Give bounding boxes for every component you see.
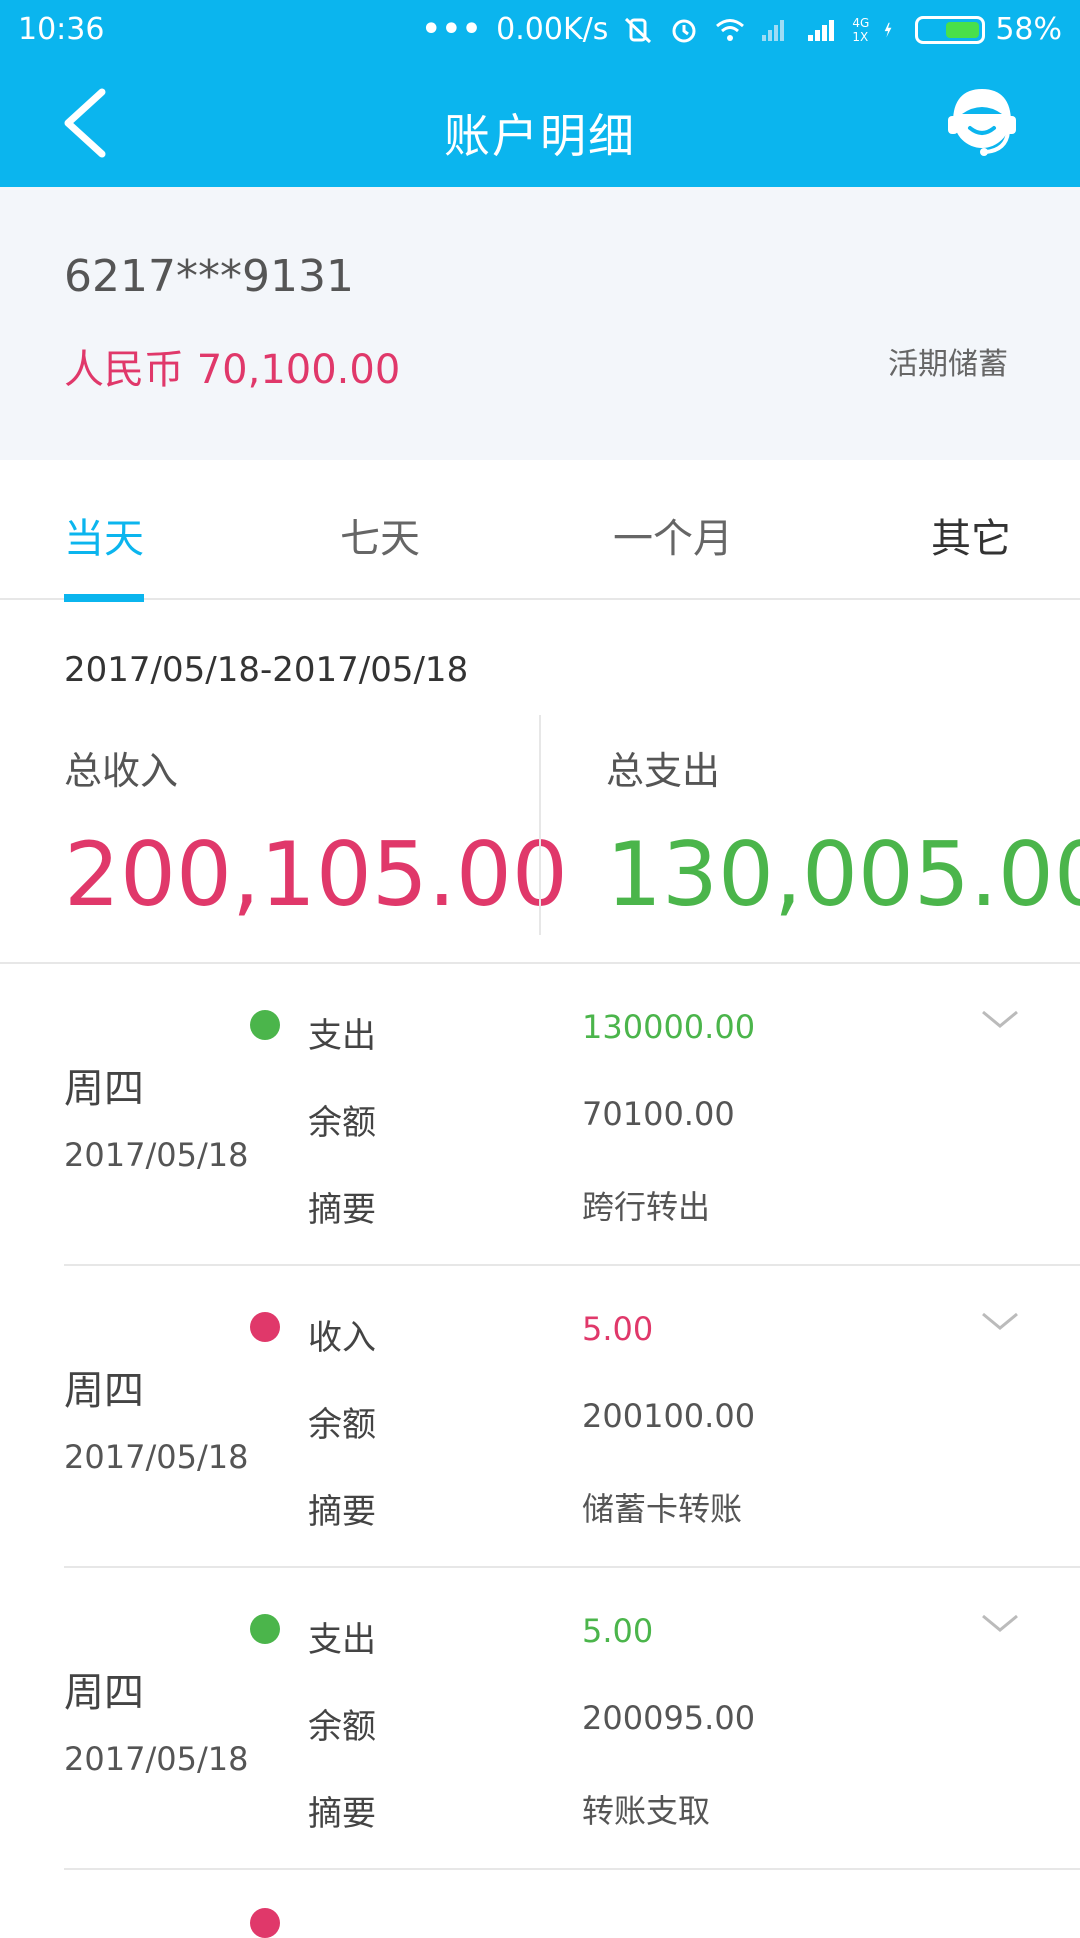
txn-balance: 70100.00 <box>582 1095 735 1133</box>
top-bar: 10:36 ••• 0.00K/s 4G 1X 58% 账户明细 <box>0 0 1080 187</box>
txn-type-label: 收入 <box>308 1318 376 1358</box>
txn-weekday: 周四 <box>64 1066 144 1112</box>
battery-icon <box>915 15 986 44</box>
signal-icon <box>808 19 835 41</box>
date-range: 2017/05/18-2017/05/18 <box>64 650 469 690</box>
transaction-item[interactable]: 周四 2017/05/18 支出 130000.00 余额 70100.00 摘… <box>0 964 1080 1266</box>
page-title: 账户明细 <box>444 109 636 163</box>
tab-label: 当天 <box>64 516 144 562</box>
wifi-icon <box>716 18 745 41</box>
net-speed: 0.00K/s <box>496 12 609 47</box>
txn-memo: 跨行转出 <box>582 1188 711 1226</box>
account-balance: 人民币 70,100.00 <box>64 347 401 393</box>
txn-amount: 5.00 <box>582 1612 654 1650</box>
signal-off-icon <box>762 19 785 41</box>
tab-one-month[interactable]: 一个月 <box>613 506 733 564</box>
txn-type-dot-partial <box>250 1908 280 1938</box>
customer-service-icon[interactable] <box>942 82 1022 162</box>
account-type: 活期储蓄 <box>888 347 1008 382</box>
status-icons: ••• 0.00K/s 4G 1X 58% <box>422 12 1062 47</box>
row-divider <box>64 1868 1080 1870</box>
period-tabs: 当天 七天 一个月 其它 <box>0 460 1080 602</box>
income-summary: 总收入 200,105.00 <box>64 740 568 926</box>
transaction-item[interactable]: 周四 2017/05/18 收入 5.00 余额 200100.00 摘要 储蓄… <box>0 1266 1080 1568</box>
txn-weekday: 周四 <box>64 1368 144 1414</box>
txn-balance: 200100.00 <box>582 1397 756 1435</box>
tab-other[interactable]: 其它 <box>931 506 1011 564</box>
txn-memo-label: 摘要 <box>308 1492 376 1532</box>
txn-type-dot <box>250 1010 280 1040</box>
tab-today[interactable]: 当天 <box>64 506 144 602</box>
txn-date: 2017/05/18 <box>64 1136 249 1174</box>
network-4g: 4G <box>852 15 870 30</box>
tab-label: 一个月 <box>613 516 733 562</box>
expense-summary: 总支出 130,005.00 <box>606 740 1080 926</box>
txn-type-dot <box>250 1614 280 1644</box>
chevron-down-icon[interactable] <box>980 1004 1020 1034</box>
battery-percent: 58% <box>995 12 1062 47</box>
tab-label: 其它 <box>931 516 1011 562</box>
txn-amount: 130000.00 <box>582 1008 756 1046</box>
more-dots-icon: ••• <box>421 12 483 47</box>
txn-type-label: 支出 <box>308 1620 376 1660</box>
txn-memo: 储蓄卡转账 <box>582 1490 743 1528</box>
txn-amount: 5.00 <box>582 1310 654 1348</box>
txn-balance: 200095.00 <box>582 1699 756 1737</box>
txn-memo-label: 摘要 <box>308 1190 376 1230</box>
txn-balance-label: 余额 <box>308 1405 376 1445</box>
charging-icon <box>885 22 892 37</box>
income-label: 总收入 <box>64 749 179 793</box>
account-card: 6217***9131 人民币 70,100.00 活期储蓄 <box>0 187 1080 460</box>
chevron-down-icon[interactable] <box>980 1306 1020 1336</box>
status-bar: 10:36 ••• 0.00K/s 4G 1X 58% <box>0 0 1080 60</box>
txn-type-label: 支出 <box>308 1016 376 1056</box>
txn-memo-label: 摘要 <box>308 1794 376 1834</box>
status-time: 10:36 <box>18 12 105 47</box>
txn-balance-label: 余额 <box>308 1707 376 1747</box>
txn-weekday: 周四 <box>64 1670 144 1716</box>
network-1x: 1X <box>852 29 869 44</box>
active-tab-indicator <box>64 594 144 602</box>
app-header: 账户明细 <box>0 60 1080 187</box>
txn-date: 2017/05/18 <box>64 1740 249 1778</box>
tab-label: 七天 <box>340 516 420 562</box>
txn-type-dot <box>250 1312 280 1342</box>
account-number: 6217***9131 <box>64 251 354 302</box>
summary-divider <box>539 715 541 935</box>
txn-memo: 转账支取 <box>582 1792 711 1830</box>
income-value: 200,105.00 <box>64 823 568 926</box>
network-type: 4G 1X <box>852 16 869 44</box>
vibrate-off-icon <box>625 17 652 43</box>
expense-value: 130,005.00 <box>606 823 1080 926</box>
txn-balance-label: 余额 <box>308 1103 376 1143</box>
tab-seven-days[interactable]: 七天 <box>340 506 420 564</box>
txn-date: 2017/05/18 <box>64 1438 249 1476</box>
chevron-down-icon[interactable] <box>980 1608 1020 1638</box>
expense-label: 总支出 <box>606 749 721 793</box>
battery-indicator: 58% <box>915 12 1062 47</box>
alarm-icon <box>672 19 696 42</box>
transaction-item[interactable]: 周四 2017/05/18 支出 5.00 余额 200095.00 摘要 转账… <box>0 1568 1080 1870</box>
battery-fill <box>945 21 980 38</box>
